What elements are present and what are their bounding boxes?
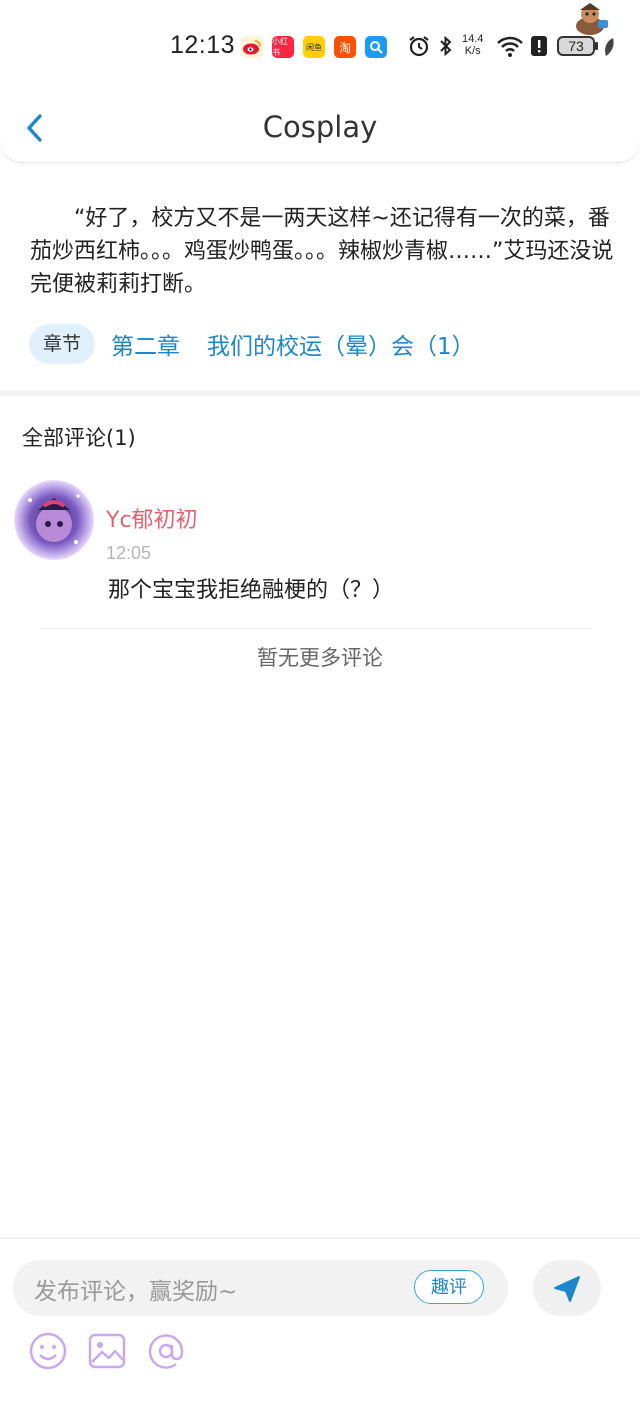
comments-heading: 全部评论(1) [22,426,136,450]
comment-time: 12:05 [106,543,152,563]
chapter-tag: 章节 [29,324,96,364]
mention-icon[interactable] [146,1331,186,1371]
leaf-icon [605,38,614,56]
xiaohongshu-icon: 小红书 [272,36,294,58]
no-more-comments: 暂无更多评论 [257,646,383,670]
send-icon [554,1276,580,1302]
taobao-label: 淘 [338,40,351,55]
excerpt-text: “好了，校方又不是一两天这样~还记得有一次的菜，番茄炒西红柿。。。鸡蛋炒鸭蛋。。… [30,206,614,297]
xianyu-label: 闲鱼 [306,42,322,52]
chapter-name-link[interactable]: 我们的校运（晕）会（1） [207,327,475,361]
taobao-icon: 淘 [334,36,356,58]
sim-alert-icon [531,36,547,56]
net-speed-unit: K/s [464,45,481,57]
comment-username[interactable]: Yc郁初初 [106,502,198,534]
comment-input-placeholder: 发布评论，赢奖励~ [34,1279,238,1305]
avatar[interactable] [14,480,94,560]
comment-text: 那个宝宝我拒绝融梗的（？） [108,578,395,603]
section-divider [0,391,640,396]
net-speed: 14.4 K/s [462,33,483,57]
send-button[interactable] [533,1260,601,1316]
xiaohongshu-label: 小红书 [272,37,288,57]
alarm-icon [409,36,429,57]
comment-divider [40,628,592,629]
avatar-image [14,480,94,560]
chapter-number-link[interactable]: 第二章 [111,327,180,361]
status-time: 12:13 [170,31,236,59]
net-speed-value: 14.4 [462,33,484,45]
weibo-icon [241,36,263,58]
image-icon[interactable] [87,1331,127,1371]
page-title: Cosplay [262,110,378,144]
xianyu-icon: 闲鱼 [303,36,325,58]
battery-indicator: 73 [557,36,595,56]
status-bar: 12:13 小红书 闲鱼 淘 14.4 K/s 73 [0,3,640,66]
wifi-icon [497,36,523,57]
battery-tip [595,42,598,50]
search-app-icon [365,36,387,58]
mascot-icon [576,3,608,35]
emoji-icon[interactable] [28,1331,68,1371]
header-card: 12:13 小红书 闲鱼 淘 14.4 K/s 73 Cosplay [0,0,640,162]
fun-comment-button[interactable]: 趣评 [414,1270,484,1304]
chapter-row: 章节 第二章 我们的校运（晕）会（1） [29,324,475,364]
bluetooth-icon [440,35,452,57]
